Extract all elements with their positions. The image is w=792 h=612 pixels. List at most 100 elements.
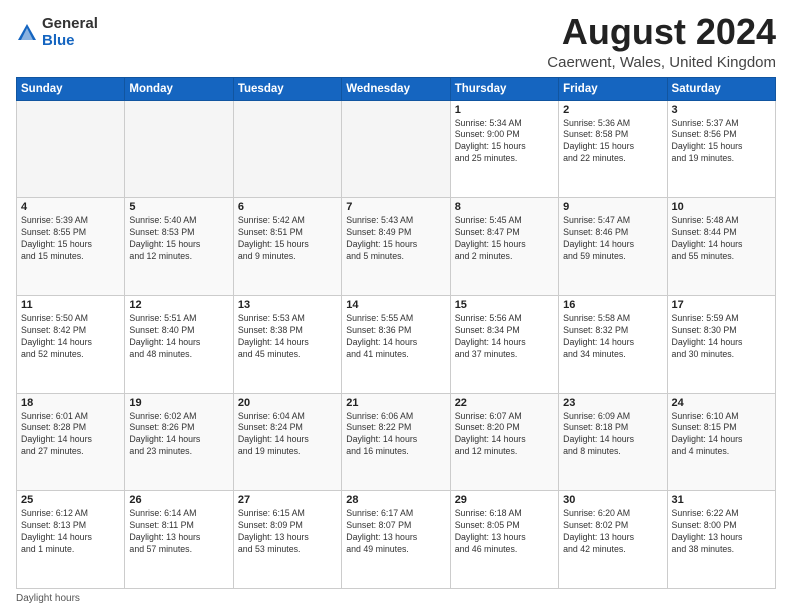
subtitle: Caerwent, Wales, United Kingdom xyxy=(547,54,776,71)
day-number: 23 xyxy=(563,397,662,409)
day-info: Sunrise: 5:53 AM Sunset: 8:38 PM Dayligh… xyxy=(238,313,337,361)
calendar-cell: 17 Sunrise: 5:59 AM Sunset: 8:30 PM Dayli… xyxy=(667,295,775,393)
calendar-cell: 12Sunrise: 5:51 AM Sunset: 8:40 PM Dayli… xyxy=(125,295,233,393)
day-info: Sunrise: 5:43 AM Sunset: 8:49 PM Dayligh… xyxy=(346,215,445,263)
calendar-cell xyxy=(342,100,450,198)
day-info: Sunrise: 5:42 AM Sunset: 8:51 PM Dayligh… xyxy=(238,215,337,263)
day-number: 15 xyxy=(455,299,554,311)
calendar-week-2: 4 Sunrise: 5:39 AM Sunset: 8:55 PM Daylig… xyxy=(17,198,776,296)
day-info: Sunrise: 5:45 AM Sunset: 8:47 PM Dayligh… xyxy=(455,215,554,263)
logo-text: General Blue xyxy=(42,16,98,49)
day-number: 4 xyxy=(21,201,120,213)
day-number: 20 xyxy=(238,397,337,409)
day-info: Sunrise: 5:40 AM Sunset: 8:53 PM Dayligh… xyxy=(129,215,228,263)
day-info: Sunrise: 5:56 AM Sunset: 8:34 PM Dayligh… xyxy=(455,313,554,361)
calendar-cell: 30Sunrise: 6:20 AM Sunset: 8:02 PM Dayli… xyxy=(559,491,667,589)
page: General Blue August 2024 Caerwent, Wales… xyxy=(0,0,792,612)
calendar-week-4: 18Sunrise: 6:01 AM Sunset: 8:28 PM Dayli… xyxy=(17,393,776,491)
day-number: 16 xyxy=(563,299,662,311)
day-number: 2 xyxy=(563,104,662,116)
calendar-header-wednesday: Wednesday xyxy=(342,77,450,100)
day-number: 1 xyxy=(455,104,554,116)
calendar-cell xyxy=(233,100,341,198)
calendar-cell: 21 Sunrise: 6:06 AM Sunset: 8:22 PM Dayli… xyxy=(342,393,450,491)
calendar-week-5: 25Sunrise: 6:12 AM Sunset: 8:13 PM Dayli… xyxy=(17,491,776,589)
day-info: Sunrise: 5:39 AM Sunset: 8:55 PM Dayligh… xyxy=(21,215,120,263)
day-info: Sunrise: 6:14 AM Sunset: 8:11 PM Dayligh… xyxy=(129,508,228,556)
day-info: Sunrise: 6:15 AM Sunset: 8:09 PM Dayligh… xyxy=(238,508,337,556)
day-number: 31 xyxy=(672,494,771,506)
day-number: 13 xyxy=(238,299,337,311)
day-number: 26 xyxy=(129,494,228,506)
day-info: Sunrise: 5:50 AM Sunset: 8:42 PM Dayligh… xyxy=(21,313,120,361)
day-number: 5 xyxy=(129,201,228,213)
day-info: Sunrise: 5:59 AM Sunset: 8:30 PM Dayligh… xyxy=(672,313,771,361)
calendar-cell: 29 Sunrise: 6:18 AM Sunset: 8:05 PM Dayli… xyxy=(450,491,558,589)
day-number: 10 xyxy=(672,201,771,213)
calendar-cell: 2 Sunrise: 5:36 AM Sunset: 8:58 PM Daylig… xyxy=(559,100,667,198)
calendar-cell: 14 Sunrise: 5:55 AM Sunset: 8:36 PM Dayli… xyxy=(342,295,450,393)
calendar-cell: 4 Sunrise: 5:39 AM Sunset: 8:55 PM Daylig… xyxy=(17,198,125,296)
day-info: Sunrise: 6:10 AM Sunset: 8:15 PM Dayligh… xyxy=(672,411,771,459)
day-number: 9 xyxy=(563,201,662,213)
day-number: 27 xyxy=(238,494,337,506)
day-number: 7 xyxy=(346,201,445,213)
day-info: Sunrise: 5:36 AM Sunset: 8:58 PM Dayligh… xyxy=(563,118,662,166)
day-number: 17 xyxy=(672,299,771,311)
day-number: 22 xyxy=(455,397,554,409)
day-info: Sunrise: 5:55 AM Sunset: 8:36 PM Dayligh… xyxy=(346,313,445,361)
calendar-cell: 16 Sunrise: 5:58 AM Sunset: 8:32 PM Dayli… xyxy=(559,295,667,393)
calendar-table: SundayMondayTuesdayWednesdayThursdayFrid… xyxy=(16,77,776,589)
day-number: 12 xyxy=(129,299,228,311)
day-number: 6 xyxy=(238,201,337,213)
day-number: 28 xyxy=(346,494,445,506)
calendar-cell: 1 Sunrise: 5:34 AM Sunset: 9:00 PM Daylig… xyxy=(450,100,558,198)
calendar-cell: 26 Sunrise: 6:14 AM Sunset: 8:11 PM Dayli… xyxy=(125,491,233,589)
day-info: Sunrise: 5:48 AM Sunset: 8:44 PM Dayligh… xyxy=(672,215,771,263)
calendar-cell: 22Sunrise: 6:07 AM Sunset: 8:20 PM Dayli… xyxy=(450,393,558,491)
day-info: Sunrise: 6:22 AM Sunset: 8:00 PM Dayligh… xyxy=(672,508,771,556)
day-info: Sunrise: 5:34 AM Sunset: 9:00 PM Dayligh… xyxy=(455,118,554,166)
main-title: August 2024 xyxy=(547,12,776,52)
day-number: 11 xyxy=(21,299,120,311)
calendar-header-thursday: Thursday xyxy=(450,77,558,100)
day-number: 21 xyxy=(346,397,445,409)
calendar-week-3: 11 Sunrise: 5:50 AM Sunset: 8:42 PM Dayli… xyxy=(17,295,776,393)
calendar-cell: 3Sunrise: 5:37 AM Sunset: 8:56 PM Daylig… xyxy=(667,100,775,198)
logo-general: General xyxy=(42,16,98,33)
calendar-cell: 25Sunrise: 6:12 AM Sunset: 8:13 PM Dayli… xyxy=(17,491,125,589)
day-info: Sunrise: 6:04 AM Sunset: 8:24 PM Dayligh… xyxy=(238,411,337,459)
day-number: 19 xyxy=(129,397,228,409)
day-info: Sunrise: 6:09 AM Sunset: 8:18 PM Dayligh… xyxy=(563,411,662,459)
calendar-cell: 31 Sunrise: 6:22 AM Sunset: 8:00 PM Dayli… xyxy=(667,491,775,589)
day-info: Sunrise: 5:58 AM Sunset: 8:32 PM Dayligh… xyxy=(563,313,662,361)
calendar-week-1: 1 Sunrise: 5:34 AM Sunset: 9:00 PM Daylig… xyxy=(17,100,776,198)
calendar-header-sunday: Sunday xyxy=(17,77,125,100)
calendar-header-friday: Friday xyxy=(559,77,667,100)
calendar-cell: 15 Sunrise: 5:56 AM Sunset: 8:34 PM Dayli… xyxy=(450,295,558,393)
day-info: Sunrise: 6:12 AM Sunset: 8:13 PM Dayligh… xyxy=(21,508,120,556)
calendar-cell: 27 Sunrise: 6:15 AM Sunset: 8:09 PM Dayli… xyxy=(233,491,341,589)
calendar-header-saturday: Saturday xyxy=(667,77,775,100)
day-number: 8 xyxy=(455,201,554,213)
calendar-cell: 28Sunrise: 6:17 AM Sunset: 8:07 PM Dayli… xyxy=(342,491,450,589)
calendar-header-monday: Monday xyxy=(125,77,233,100)
header: General Blue August 2024 Caerwent, Wales… xyxy=(16,12,776,71)
calendar-cell: 19 Sunrise: 6:02 AM Sunset: 8:26 PM Dayli… xyxy=(125,393,233,491)
calendar-cell: 11 Sunrise: 5:50 AM Sunset: 8:42 PM Dayli… xyxy=(17,295,125,393)
calendar-cell: 6 Sunrise: 5:42 AM Sunset: 8:51 PM Daylig… xyxy=(233,198,341,296)
calendar-cell: 23 Sunrise: 6:09 AM Sunset: 8:18 PM Dayli… xyxy=(559,393,667,491)
day-info: Sunrise: 6:02 AM Sunset: 8:26 PM Dayligh… xyxy=(129,411,228,459)
day-number: 24 xyxy=(672,397,771,409)
footer-note: Daylight hours xyxy=(16,593,776,604)
title-block: August 2024 Caerwent, Wales, United King… xyxy=(547,12,776,71)
calendar-cell: 13 Sunrise: 5:53 AM Sunset: 8:38 PM Dayli… xyxy=(233,295,341,393)
logo-blue: Blue xyxy=(42,33,98,50)
day-number: 29 xyxy=(455,494,554,506)
day-info: Sunrise: 6:18 AM Sunset: 8:05 PM Dayligh… xyxy=(455,508,554,556)
calendar-cell xyxy=(125,100,233,198)
day-number: 14 xyxy=(346,299,445,311)
day-info: Sunrise: 5:47 AM Sunset: 8:46 PM Dayligh… xyxy=(563,215,662,263)
calendar-cell: 18Sunrise: 6:01 AM Sunset: 8:28 PM Dayli… xyxy=(17,393,125,491)
day-info: Sunrise: 6:06 AM Sunset: 8:22 PM Dayligh… xyxy=(346,411,445,459)
